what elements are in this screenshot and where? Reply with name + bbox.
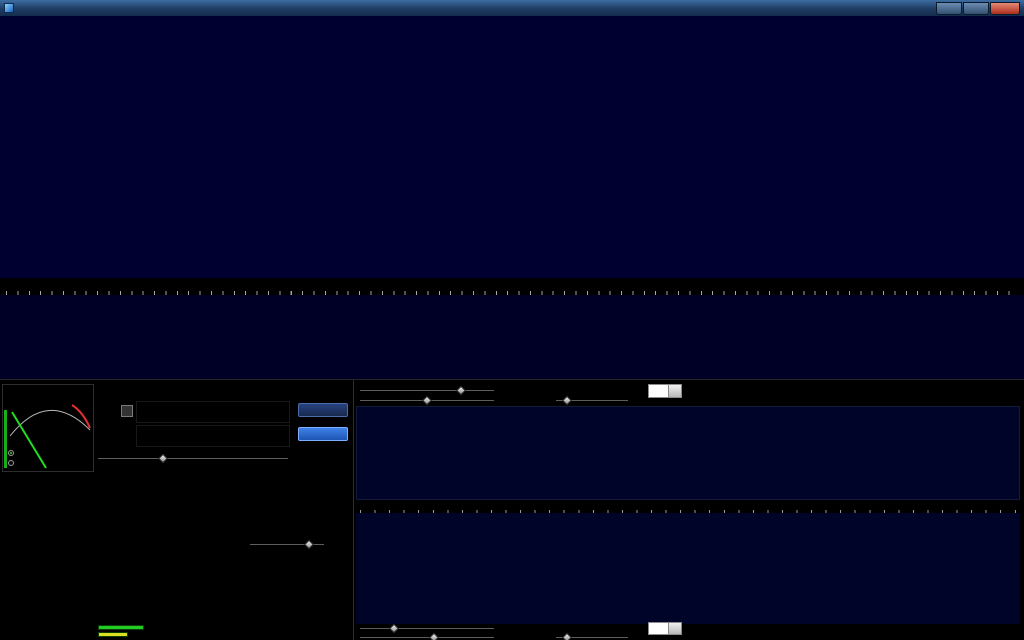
minimize-icon[interactable] [936,1,962,15]
avg-select-value [649,623,668,634]
volume-slider[interactable] [98,453,288,464]
freqmgr-button[interactable] [298,403,348,417]
audio-waterfall[interactable] [356,406,1020,500]
main-waterfall-canvas[interactable] [0,16,1024,278]
lo-channel-button[interactable] [121,405,133,417]
slider-track [360,627,494,629]
window-controls [935,1,1020,15]
extio-button[interactable] [298,427,348,441]
dropdown-arrow-icon [668,623,681,634]
cpu-total-bar [98,632,128,637]
slider-thumb[interactable] [561,632,572,640]
cpu-hdsdr-bar [98,625,144,630]
waterfall-brightness-slider-top[interactable] [360,385,494,396]
main-spectrum-canvas[interactable] [0,295,1024,379]
dropdown-arrow-icon [668,385,681,397]
spectrum-brightness-slider-bottom[interactable] [360,632,494,640]
zoom-slider-top[interactable] [556,395,628,406]
rf-gain-slider-thumb[interactable] [304,539,315,550]
rf-gain-slider[interactable] [250,539,324,550]
main-spectrum[interactable] [0,295,1024,379]
slider-thumb[interactable] [561,395,572,406]
audio-spectrum[interactable] [356,513,1020,624]
close-icon[interactable] [990,1,1020,15]
main-frequency-scale[interactable] [0,278,1024,295]
titlebar[interactable] [0,0,1024,16]
audio-frequency-scale[interactable] [356,500,1020,513]
volume-slider-thumb[interactable] [157,453,168,464]
s-units-radio-dot [10,452,12,454]
audio-waterfall-canvas[interactable] [357,407,1019,499]
waterfall-brightness-slider-bottom[interactable] [360,623,494,634]
lo-frequency-display[interactable] [136,401,290,423]
s-meter-frame [2,384,94,472]
slider-thumb[interactable] [388,623,399,634]
avg-select-top[interactable] [648,384,682,398]
maximize-icon[interactable] [963,1,989,15]
slider-track [360,389,494,391]
zoom-slider-bottom[interactable] [556,632,628,640]
avg-select-value [649,385,668,397]
slider-thumb[interactable] [455,385,466,396]
tune-frequency-display[interactable] [136,425,290,447]
slider-thumb[interactable] [428,632,439,640]
audio-spectrum-canvas[interactable] [356,513,1020,624]
squelch-level-bar [4,410,7,468]
s-meter [2,384,94,472]
slider-thumb[interactable] [422,395,432,406]
app-icon [4,3,14,13]
squelch-radio[interactable] [8,460,14,466]
hdsdr-window [0,0,1024,640]
main-waterfall[interactable] [0,16,1024,278]
slider-track [360,636,494,638]
spectrum-brightness-slider-top[interactable] [360,395,494,406]
volume-slider-track [98,457,288,459]
avg-select-bottom[interactable] [648,622,682,635]
